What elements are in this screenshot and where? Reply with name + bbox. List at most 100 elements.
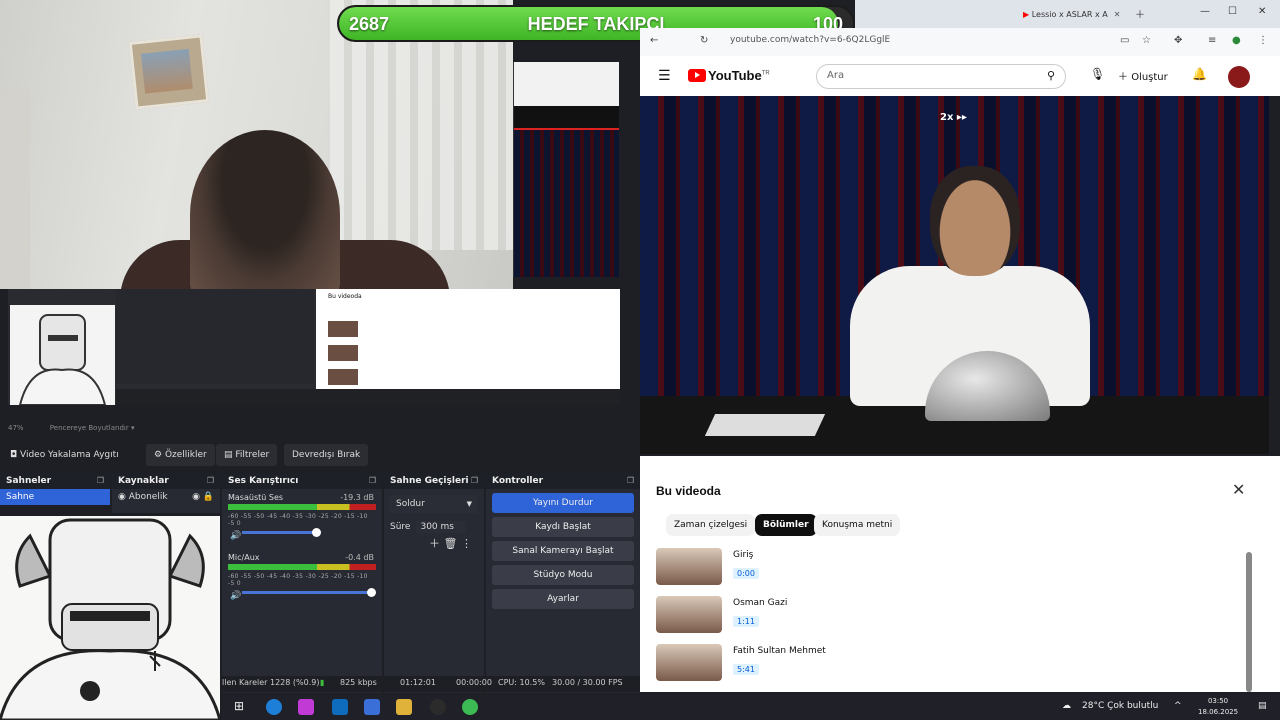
weather-icon[interactable]: ☁ — [1062, 701, 1071, 711]
more-icon[interactable]: ⋮ — [461, 537, 472, 550]
sources-title: Kaynaklar — [118, 476, 169, 486]
cpu-usage: CPU: 10.5% — [498, 678, 545, 687]
volume-slider[interactable] — [242, 528, 321, 537]
live-time: 01:12:01 — [400, 678, 436, 687]
video-player[interactable]: 2x ▸▸ — [640, 96, 1269, 454]
reading-list-icon[interactable]: ≡ — [1208, 35, 1216, 46]
edge-icon[interactable] — [266, 699, 282, 715]
undock-icon[interactable]: ❐ — [207, 476, 214, 485]
undock-icon[interactable]: ❐ — [369, 476, 376, 485]
speaker-icon[interactable]: 🔊 — [230, 591, 241, 601]
settings-button[interactable]: Ayarlar — [492, 589, 634, 609]
explorer-icon[interactable] — [396, 699, 412, 715]
undock-icon[interactable]: ❐ — [97, 476, 104, 485]
chevron-down-icon[interactable]: ▾ — [131, 424, 135, 432]
playback-speed-indicator: 2x ▸▸ — [940, 112, 967, 123]
profile-icon[interactable]: ● — [1232, 35, 1241, 46]
studio-mode-button[interactable]: Stüdyo Modu — [492, 565, 634, 585]
video-capture-device-label: ◘ Video Yakalama Aygıtı — [10, 450, 119, 460]
properties-button[interactable]: ⚙ Özellikler — [146, 444, 215, 466]
chevron-down-icon: ▼ — [466, 500, 472, 508]
filters-button[interactable]: ▤ Filtreler — [216, 444, 278, 466]
copilot-icon[interactable] — [298, 699, 314, 715]
duration-input[interactable]: 300 ms — [416, 521, 467, 533]
browser-toolbar: ← ↻ youtube.com/watch?v=6-6Q2LGglE ▭ ☆ ✥… — [640, 28, 1280, 56]
chapter-timestamp[interactable]: 0:00 — [733, 568, 759, 579]
weather-text[interactable]: 28°C Çok bulutlu — [1082, 701, 1158, 711]
maximize-icon[interactable]: ☐ — [1228, 6, 1237, 17]
cast-icon[interactable]: ▭ — [1120, 35, 1129, 46]
chapter-timestamp[interactable]: 5:41 — [733, 664, 759, 675]
chrome-icon[interactable] — [462, 699, 478, 715]
create-button[interactable]: ＋ Oluştur — [1118, 68, 1168, 83]
fps: 30.00 / 30.00 FPS — [552, 678, 623, 687]
close-window-icon[interactable]: ✕ — [1258, 6, 1266, 17]
gear-icon: ⚙ — [154, 450, 165, 460]
chapter-item[interactable]: Giriş 0:00 — [656, 548, 1216, 588]
undock-icon[interactable]: ❐ — [627, 476, 634, 485]
start-recording-button[interactable]: Kaydı Başlat — [492, 517, 634, 537]
fit-to-window-dropdown[interactable]: Pencereye Boyutlandır — [50, 424, 129, 432]
notifications-icon[interactable]: 🔔 — [1192, 67, 1207, 81]
browser-tab-strip: ▶ Lessio x ASLAR x A ✕ ＋ — ☐ ✕ — [855, 0, 1280, 28]
youtube-logo[interactable]: YouTubeTR — [688, 68, 770, 83]
bitrate: 825 kbps — [340, 678, 377, 687]
reload-icon[interactable]: ↻ — [700, 35, 708, 46]
sources-dock: Kaynaklar ❐ ◉ Abonelik ◉ 🔒 — [112, 473, 220, 513]
volume-slider[interactable] — [242, 588, 376, 597]
camera-icon: ◘ — [10, 450, 20, 460]
panel-title: Bu videoda — [656, 484, 721, 498]
channel-db: -19.3 dB — [340, 493, 374, 502]
chapter-item[interactable]: Osman Gazi 1:11 — [656, 596, 1216, 636]
chip-chapters[interactable]: Bölümler — [755, 514, 817, 536]
start-virtualcam-button[interactable]: Sanal Kamerayı Başlat — [492, 541, 634, 561]
close-icon[interactable]: ✕ — [1114, 10, 1121, 19]
scenes-dock: Sahneler ❐ Sahne — [0, 473, 110, 505]
chip-timeline[interactable]: Zaman çizelgesi — [666, 514, 756, 536]
task-view-icon[interactable]: ⊞ — [234, 699, 250, 715]
extensions-icon[interactable]: ✥ — [1174, 35, 1182, 46]
new-tab-icon[interactable]: ＋ — [1135, 6, 1145, 21]
add-icon[interactable]: ＋ — [429, 537, 440, 550]
search-input[interactable]: Ara ⚲ — [816, 64, 1066, 89]
outlook-icon[interactable] — [332, 699, 348, 715]
knight-overlay — [0, 516, 220, 720]
chapter-thumbnail — [656, 644, 722, 681]
chapter-timestamp[interactable]: 1:11 — [733, 616, 759, 627]
hamburger-menu-icon[interactable]: ☰ — [658, 68, 671, 84]
back-icon[interactable]: ← — [650, 35, 658, 46]
in-this-video-panel: Bu videoda ✕ Zaman çizelgesi Bölümler Ko… — [640, 456, 1280, 692]
bookmark-icon[interactable]: ☆ — [1142, 35, 1151, 46]
chapter-item[interactable]: Fatih Sultan Mehmet 5:41 — [656, 644, 1216, 684]
scrollbar[interactable] — [1246, 552, 1252, 692]
stop-stream-button[interactable]: Yayını Durdur — [492, 493, 634, 513]
obs-icon[interactable] — [430, 699, 446, 715]
youtube-favicon-icon: ▶ — [1023, 10, 1032, 19]
source-item[interactable]: ◉ Abonelik ◉ 🔒 — [112, 489, 220, 505]
trash-icon[interactable]: 🗑 — [444, 537, 458, 550]
store-icon[interactable] — [364, 699, 380, 715]
minimize-icon[interactable]: — — [1200, 6, 1210, 17]
speaker-icon[interactable]: 🔊 — [230, 531, 241, 541]
chapter-title: Giriş — [733, 550, 754, 560]
signal-icon: ▮ — [320, 678, 325, 687]
avatar[interactable] — [1228, 66, 1250, 88]
transition-select[interactable]: Soldur ▼ — [390, 495, 478, 513]
audio-mixer-dock: Ses Karıştırıcı ❐ Masaüstü Ses -19.3 dB -… — [222, 473, 382, 693]
eye-icon[interactable]: ◉ 🔒 — [192, 492, 214, 502]
obs-preview[interactable]: Bu videoda — [8, 289, 620, 406]
system-clock[interactable]: 03:50 18.06.2025 — [1198, 696, 1238, 718]
mic-icon[interactable]: 🎙 — [1090, 67, 1105, 81]
zoom-label[interactable]: 47% — [8, 424, 24, 432]
deactivate-button[interactable]: Devredışı Bırak — [284, 444, 369, 466]
more-icon[interactable]: ⋮ — [1258, 35, 1268, 46]
notification-icon[interactable]: ▤ — [1258, 701, 1267, 711]
scene-item[interactable]: Sahne — [0, 489, 110, 505]
undock-icon[interactable]: ❐ — [471, 476, 478, 485]
chip-transcript[interactable]: Konuşma metni — [814, 514, 901, 536]
address-bar[interactable]: youtube.com/watch?v=6-6Q2LGglE — [730, 35, 890, 45]
close-icon[interactable]: ✕ — [1232, 480, 1245, 499]
browser-tab[interactable]: ▶ Lessio x ASLAR x A ✕ — [1015, 4, 1128, 28]
search-icon[interactable]: ⚲ — [1047, 69, 1055, 82]
chevron-up-icon[interactable]: ^ — [1174, 701, 1182, 711]
